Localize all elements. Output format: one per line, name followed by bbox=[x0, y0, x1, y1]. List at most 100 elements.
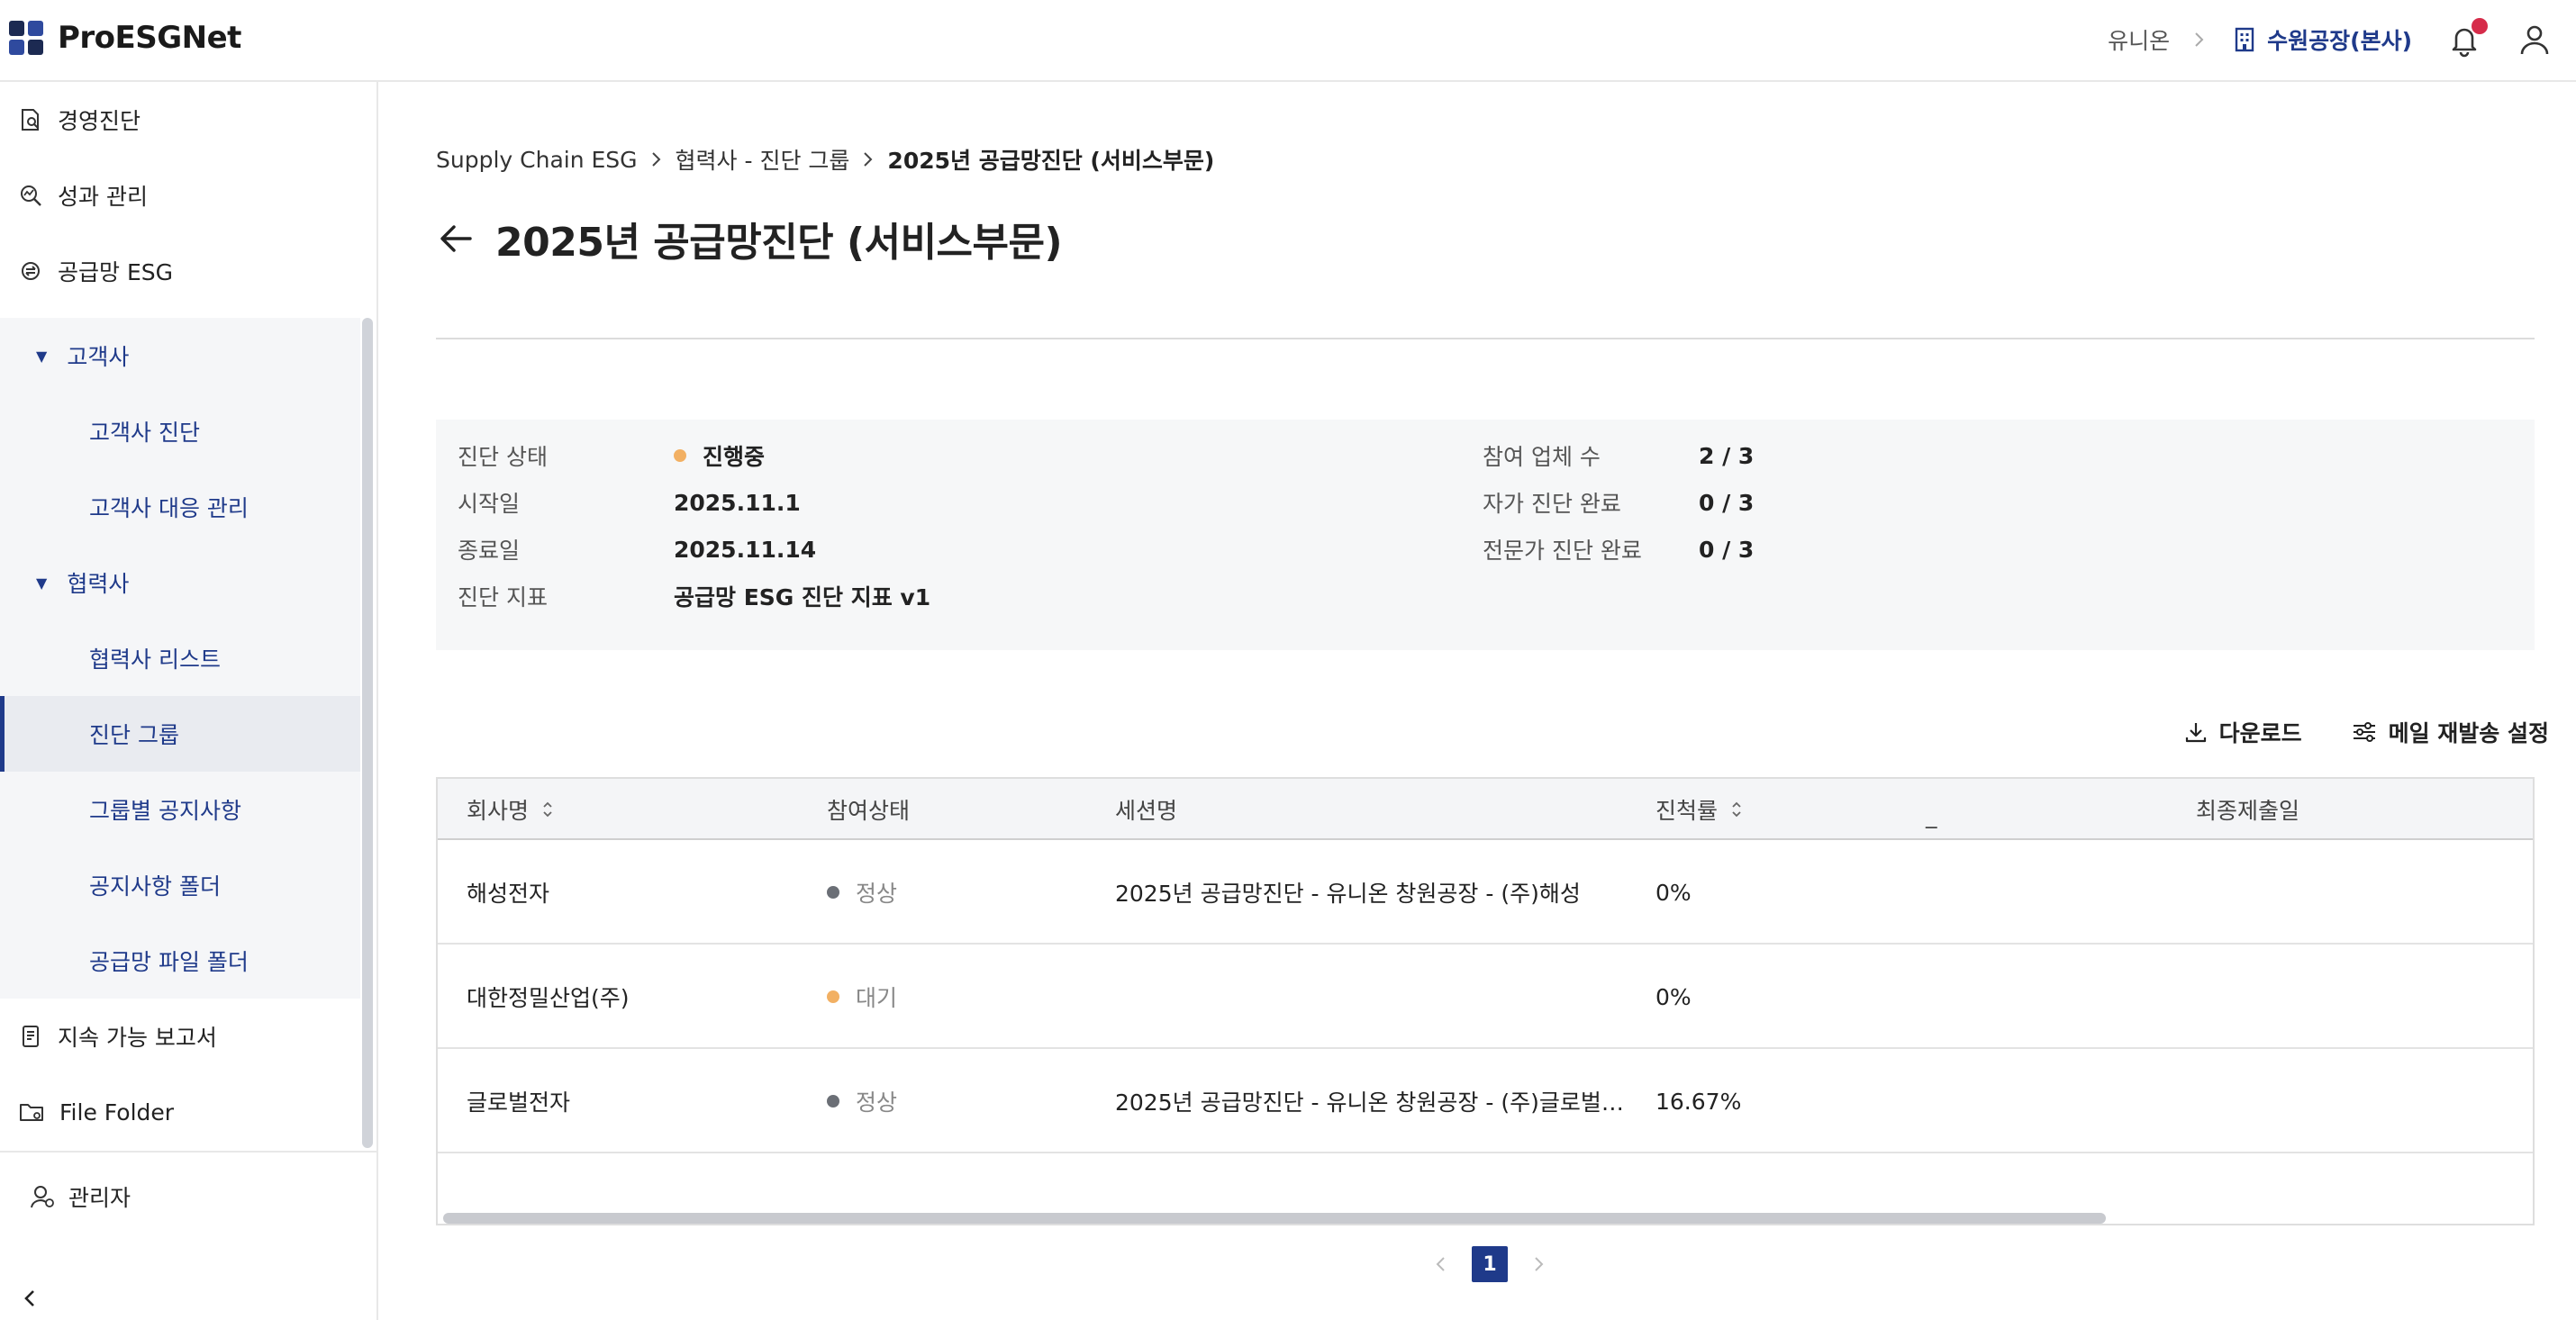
supply-chain-submenu: ▼ 고객사 고객사 진단 고객사 대응 관리 ▼ 협력사 협력사 리스트 진단 … bbox=[0, 318, 360, 999]
breadcrumb-item[interactable]: 협력사 - 진단 그룹 bbox=[676, 143, 850, 176]
download-label: 다운로드 bbox=[2218, 720, 2302, 746]
sidebar-item-label: 공급망 파일 폴더 bbox=[89, 949, 249, 975]
diagnosis-info-panel: 진단 상태 진행중 시작일 2025.11.1 종료일 2025.11.14 진… bbox=[436, 420, 2535, 650]
end-date-value: 2025.11.14 bbox=[674, 536, 817, 563]
top-header: ProESGNet 유니온 수원공장(본사) bbox=[0, 0, 2576, 82]
app-logo[interactable]: ProESGNet bbox=[9, 20, 241, 56]
participants-label: 참여 업체 수 bbox=[1483, 444, 1601, 470]
table-row[interactable]: 글로벌전자 정상 2025년 공급망진단 - 유니온 창원공장 - (주)글로벌… bbox=[438, 1049, 2533, 1153]
org-name[interactable]: 유니온 bbox=[2108, 23, 2170, 56]
participants-value: 2 / 3 bbox=[1699, 442, 1755, 469]
status-dot bbox=[674, 449, 686, 462]
sidebar-item-diagnosis-group[interactable]: 진단 그룹 bbox=[0, 696, 360, 772]
sidebar-item-label: 고객사 대응 관리 bbox=[89, 495, 249, 521]
collapse-sidebar-icon[interactable] bbox=[16, 1285, 43, 1312]
sidebar-item-sustainability-report[interactable]: 지속 가능 보고서 bbox=[0, 999, 376, 1074]
breadcrumb: Supply Chain ESG 협력사 - 진단 그룹 2025년 공급망진단… bbox=[436, 143, 1214, 176]
sidebar-item-label: File Folder bbox=[59, 1098, 175, 1126]
sidebar-item-label: 지속 가능 보고서 bbox=[58, 1025, 217, 1051]
end-date-label: 종료일 bbox=[458, 538, 521, 564]
next-page-icon[interactable] bbox=[1528, 1253, 1549, 1275]
page-number[interactable]: 1 bbox=[1472, 1246, 1508, 1282]
suppliers-table: 회사명 참여상태 세션명 진척률 _ 최종제출일 해성전자 정상 2025년 공… bbox=[436, 777, 2535, 1225]
cell-status: 정상 bbox=[827, 840, 897, 945]
sidebar-item-label: 그룹별 공지사항 bbox=[89, 798, 241, 824]
sidebar-item-customer-response[interactable]: 고객사 대응 관리 bbox=[0, 469, 360, 545]
column-label: 참여상태 bbox=[827, 798, 911, 824]
sidebar-divider bbox=[0, 1151, 376, 1153]
index-label: 진단 지표 bbox=[458, 584, 548, 610]
caret-down-icon: ▼ bbox=[36, 347, 48, 365]
notification-button[interactable] bbox=[2446, 18, 2488, 58]
column-label: 회사명 bbox=[467, 798, 530, 824]
notification-badge bbox=[2472, 18, 2488, 34]
folder-icon bbox=[20, 1104, 43, 1121]
cell-session: 2025년 공급망진단 - 유니온 창원공장 - (주)글로벌… bbox=[1115, 1089, 1624, 1116]
title-divider bbox=[436, 338, 2535, 339]
start-date-label: 시작일 bbox=[458, 491, 521, 517]
sidebar-item-label: 경영진단 bbox=[58, 108, 141, 134]
column-label: _ bbox=[1926, 801, 1937, 828]
caret-down-icon: ▼ bbox=[36, 574, 48, 592]
logo-grid-icon bbox=[9, 21, 43, 55]
chevron-right-icon bbox=[2195, 32, 2204, 47]
user-icon[interactable] bbox=[2517, 22, 2553, 58]
sidebar-item-label: 협력사 리스트 bbox=[89, 646, 221, 673]
table-horizontal-scrollbar[interactable] bbox=[443, 1213, 2106, 1224]
table-row[interactable]: 해성전자 정상 2025년 공급망진단 - 유니온 창원공장 - (주)해성 0… bbox=[438, 840, 2533, 945]
settings-sliders-icon bbox=[2353, 722, 2375, 742]
sidebar-item-supplier-list[interactable]: 협력사 리스트 bbox=[0, 620, 360, 696]
status-dot bbox=[827, 1095, 839, 1108]
sidebar-item-label: 진단 그룹 bbox=[89, 722, 179, 748]
mail-resend-settings-button[interactable]: 메일 재발송 설정 bbox=[2351, 716, 2549, 748]
document-search-icon bbox=[22, 109, 39, 131]
status-text: 정상 bbox=[856, 881, 898, 907]
column-progress[interactable]: 진척률 bbox=[1655, 779, 1743, 840]
table-header: 회사명 참여상태 세션명 진척률 _ 최종제출일 bbox=[438, 779, 2533, 840]
sidebar-item-supply-chain-esg[interactable]: 공급망 ESG bbox=[0, 233, 376, 309]
sidebar-item-customer-diagnosis[interactable]: 고객사 진단 bbox=[0, 393, 360, 469]
cell-progress: 0% bbox=[1655, 983, 1692, 1010]
chevron-right-icon bbox=[864, 152, 873, 167]
column-company[interactable]: 회사명 bbox=[467, 779, 554, 840]
status-text: 정상 bbox=[856, 1089, 898, 1116]
download-button[interactable]: 다운로드 bbox=[2183, 716, 2302, 748]
cell-progress: 16.67% bbox=[1655, 1088, 1742, 1115]
start-date-value: 2025.11.1 bbox=[674, 489, 801, 516]
expert-diagnosis-value: 0 / 3 bbox=[1699, 536, 1755, 563]
sidebar-item-label: 공급망 ESG bbox=[58, 259, 173, 285]
page-title: 2025년 공급망진단 (서비스부문) bbox=[495, 220, 1063, 266]
cell-company: 대한정밀산업(주) bbox=[467, 985, 630, 1011]
sidebar-item-notice-folder[interactable]: 공지사항 폴더 bbox=[0, 847, 360, 923]
admin-label: 관리자 bbox=[68, 1185, 132, 1211]
main-content: Supply Chain ESG 협력사 - 진단 그룹 2025년 공급망진단… bbox=[378, 82, 2576, 1320]
sidebar-item-management-diagnosis[interactable]: 경영진단 bbox=[0, 82, 376, 158]
sidebar-item-supply-chain-file-folder[interactable]: 공급망 파일 폴더 bbox=[0, 923, 360, 999]
sidebar-group-customers[interactable]: ▼ 고객사 bbox=[0, 318, 360, 393]
sidebar-group-suppliers[interactable]: ▼ 협력사 bbox=[0, 545, 360, 620]
chart-search-icon bbox=[21, 185, 41, 206]
app-name: ProESGNet bbox=[58, 20, 241, 56]
table-row[interactable]: 대한정밀산업(주) 대기 0% bbox=[438, 945, 2533, 1049]
sort-icon bbox=[543, 801, 552, 818]
expert-diagnosis-label: 전문가 진단 완료 bbox=[1483, 538, 1642, 564]
status-label: 진단 상태 bbox=[458, 444, 548, 470]
column-session: 세션명 bbox=[1115, 779, 1177, 840]
admin-user-icon bbox=[31, 1186, 54, 1208]
pagination: 1 bbox=[1430, 1246, 1549, 1282]
site-selector[interactable]: 수원공장(본사) bbox=[2233, 23, 2412, 56]
status-text: 대기 bbox=[856, 985, 898, 1011]
breadcrumb-item[interactable]: Supply Chain ESG bbox=[436, 147, 638, 173]
sidebar-group-label: 고객사 bbox=[67, 344, 130, 370]
self-diagnosis-value: 0 / 3 bbox=[1699, 489, 1755, 516]
back-arrow-icon[interactable] bbox=[436, 218, 477, 259]
sidebar-item-file-folder[interactable]: File Folder bbox=[0, 1074, 376, 1150]
prev-page-icon[interactable] bbox=[1430, 1253, 1452, 1275]
sidebar-item-admin[interactable]: 관리자 bbox=[29, 1159, 131, 1234]
status-value: 진행중 bbox=[703, 444, 766, 470]
sidebar-item-group-notices[interactable]: 그룹별 공지사항 bbox=[0, 772, 360, 847]
column-label: 진척률 bbox=[1655, 798, 1719, 824]
mail-resend-label: 메일 재발송 설정 bbox=[2388, 720, 2549, 746]
sidebar-item-performance[interactable]: 성과 관리 bbox=[0, 158, 376, 233]
column-label: 최종제출일 bbox=[2196, 798, 2300, 824]
